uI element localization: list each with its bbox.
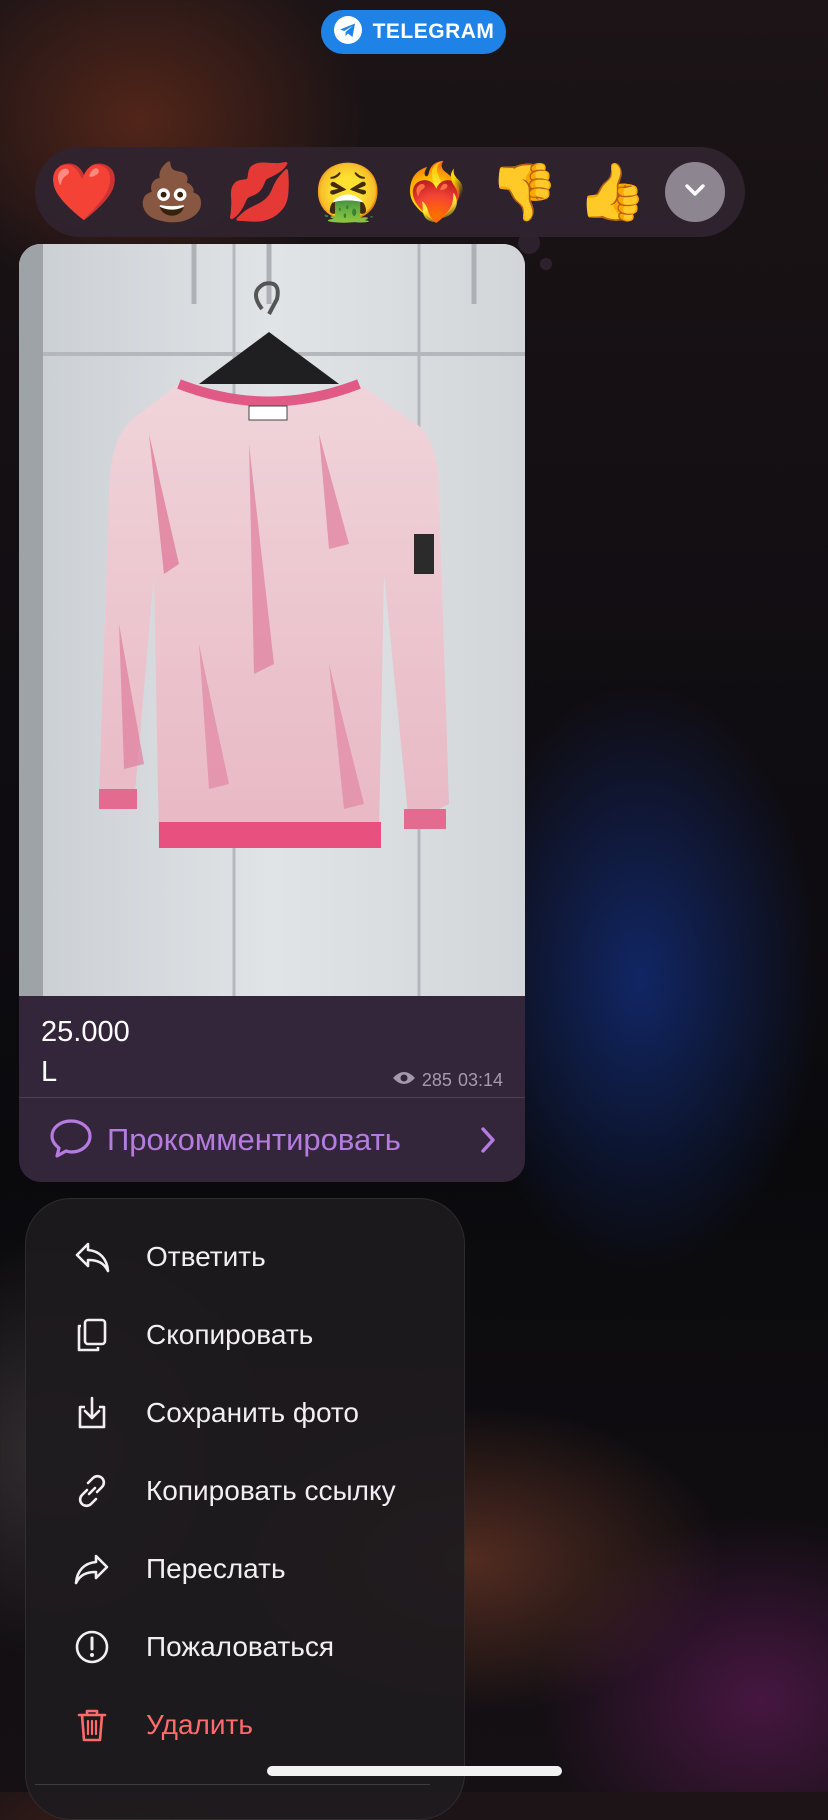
comment-bubble-icon bbox=[49, 1116, 93, 1165]
message-time: 03:14 bbox=[457, 1070, 503, 1090]
home-indicator[interactable] bbox=[267, 1766, 562, 1776]
reaction-heart-on-fire[interactable]: ❤️‍🔥 bbox=[399, 155, 473, 229]
link-icon bbox=[74, 1473, 110, 1509]
comment-label: Прокомментировать bbox=[107, 1122, 401, 1157]
reaction-kiss-mark[interactable]: 💋 bbox=[223, 155, 297, 229]
save-download-icon bbox=[74, 1395, 110, 1431]
message-bubble[interactable]: 25.000 L 285 03:14 Прокомментировать bbox=[19, 244, 525, 1182]
menu-label-reply: Ответить bbox=[146, 1241, 266, 1272]
telegram-plane-icon bbox=[333, 15, 363, 50]
context-menu: Ответить Скопировать Сохранить фото Копи… bbox=[25, 1198, 465, 1820]
eye-icon bbox=[392, 1070, 416, 1091]
menu-item-delete[interactable]: Удалить bbox=[26, 1690, 464, 1760]
reaction-thumbs-down[interactable]: 👎 bbox=[487, 155, 561, 229]
menu-item-forward[interactable]: Переслать bbox=[26, 1534, 464, 1604]
reaction-red-heart[interactable]: ❤️ bbox=[47, 155, 121, 229]
menu-label-delete: Удалить bbox=[146, 1709, 253, 1740]
reaction-pile-of-poo[interactable]: 💩 bbox=[135, 155, 209, 229]
expand-reactions-button[interactable] bbox=[665, 162, 725, 222]
view-count: 285 bbox=[421, 1070, 452, 1090]
menu-item-copy-link[interactable]: Копировать ссылку bbox=[26, 1456, 464, 1526]
trash-icon bbox=[74, 1707, 110, 1743]
menu-label-save-photo: Сохранить фото bbox=[146, 1397, 359, 1428]
reply-icon bbox=[74, 1239, 110, 1275]
menu-label-copy: Скопировать bbox=[146, 1319, 314, 1350]
caption-size: L bbox=[41, 1056, 58, 1088]
forward-icon bbox=[74, 1551, 110, 1587]
chevron-right-icon bbox=[479, 1126, 497, 1159]
chevron-down-icon bbox=[680, 175, 710, 210]
caption-price: 25.000 bbox=[41, 1016, 130, 1048]
reaction-vomiting-face[interactable]: 🤮 bbox=[311, 155, 385, 229]
report-exclamation-icon bbox=[74, 1629, 110, 1665]
source-label: TELEGRAM bbox=[372, 20, 495, 43]
menu-label-report: Пожаловаться bbox=[146, 1631, 335, 1662]
menu-label-forward: Переслать bbox=[146, 1553, 286, 1584]
menu-item-save-photo[interactable]: Сохранить фото bbox=[26, 1378, 464, 1448]
menu-bottom-divider bbox=[35, 1784, 430, 1785]
menu-item-report[interactable]: Пожаловаться bbox=[26, 1612, 464, 1682]
menu-label-copy-link: Копировать ссылку bbox=[146, 1475, 396, 1506]
telegram-source-pill[interactable]: TELEGRAM bbox=[321, 10, 506, 54]
copy-icon bbox=[74, 1317, 110, 1353]
message-photo[interactable] bbox=[19, 244, 525, 996]
menu-item-copy[interactable]: Скопировать bbox=[26, 1300, 464, 1370]
reaction-thumbs-up[interactable]: 👍 bbox=[575, 155, 649, 229]
message-meta: 285 03:14 bbox=[392, 1070, 503, 1091]
comment-button[interactable]: Прокомментировать bbox=[19, 1098, 525, 1182]
reaction-bubble-tail-small bbox=[540, 258, 552, 270]
menu-item-reply[interactable]: Ответить bbox=[26, 1222, 464, 1292]
reaction-bar: ❤️ 💩 💋 🤮 ❤️‍🔥 👎 👍 bbox=[35, 147, 745, 237]
